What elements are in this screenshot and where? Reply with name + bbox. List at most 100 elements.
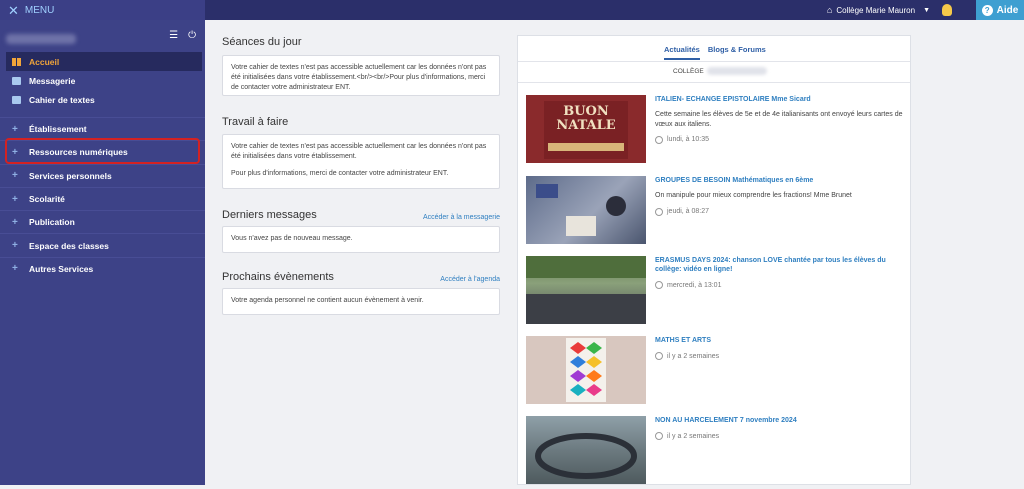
sidebar-item-accueil[interactable]: Accueil (6, 52, 202, 71)
school-selector[interactable]: ⌂ Collège Marie Mauron ▼ (827, 0, 952, 20)
divider (518, 61, 910, 62)
help-icon: ? (981, 4, 993, 16)
chevron-down-icon: ▼ (923, 6, 930, 14)
news-title[interactable]: ITALIEN- ECHANGE EPISTOLAIRE Mme Sicard (655, 95, 907, 104)
user-name-blurred (6, 34, 76, 44)
news-time-text: il y a 2 semaines (667, 352, 720, 360)
main-nav: Accueil Messagerie Cahier de textes (6, 52, 202, 109)
travail-text: Votre cahier de textes n'est pas accessi… (231, 143, 487, 160)
divider (518, 82, 910, 83)
news-item[interactable]: MATHS ET ARTS il y a 2 semaines (526, 336, 906, 404)
thumb-text: NATALE (556, 117, 616, 133)
travail-title: Travail à faire (222, 116, 289, 128)
help-label: Aide (996, 4, 1019, 16)
news-thumbnail[interactable] (526, 256, 646, 324)
plus-icon: + (12, 263, 18, 275)
clock-icon (655, 207, 663, 216)
sidebar: ☰ ⏻ Accueil Messagerie Cahier de textes … (0, 20, 205, 485)
power-icon[interactable]: ⏻ (188, 30, 196, 41)
tab-actualites[interactable]: Actualités (664, 45, 700, 60)
seances-title: Séances du jour (222, 36, 302, 48)
events-title: Prochains évènements (222, 271, 334, 283)
news-thumbnail[interactable] (526, 336, 646, 404)
sidebar-item-messagerie[interactable]: Messagerie (6, 71, 202, 90)
events-header: Prochains évènements Accéder à l'agenda (222, 271, 500, 283)
close-icon: ✕ (8, 2, 19, 18)
events-box: Votre agenda personnel ne contient aucun… (222, 288, 500, 315)
clock-icon (655, 135, 663, 144)
news-timestamp: il y a 2 semaines (655, 352, 907, 361)
agenda-link[interactable]: Accéder à l'agenda (440, 276, 500, 283)
clock-icon (655, 352, 663, 361)
news-thumbnail[interactable] (526, 176, 646, 244)
sidebar-item-label: Scolarité (29, 194, 65, 205)
news-timestamp: lundi, à 10:35 (655, 135, 907, 144)
math-art-image (566, 338, 606, 402)
news-item[interactable]: BUON NATALE ITALIEN- ECHANGE EPISTOLAIRE… (526, 95, 906, 163)
news-title[interactable]: GROUPES DE BESOIN Mathématiques en 6ème (655, 176, 907, 185)
highlight-box (5, 138, 200, 164)
messages-header: Derniers messages Accéder à la messageri… (222, 209, 500, 221)
news-thumbnail[interactable]: BUON NATALE (526, 95, 646, 163)
plus-icon: + (12, 193, 18, 205)
notification-bell-icon[interactable] (942, 4, 952, 16)
news-item[interactable]: GROUPES DE BESOIN Mathématiques en 6ème … (526, 176, 906, 244)
college-name-blurred (706, 67, 767, 75)
grid-icon (12, 57, 21, 66)
thumb-text: BUON (563, 104, 609, 119)
news-time-text: jeudi, à 08:27 (667, 208, 710, 216)
book-icon (12, 95, 21, 104)
news-title[interactable]: MATHS ET ARTS (655, 336, 907, 345)
news-timestamp: jeudi, à 08:27 (655, 207, 907, 216)
messages-title: Derniers messages (222, 209, 317, 221)
news-thumbnail[interactable] (526, 416, 646, 484)
news-title[interactable]: NON AU HARCELEMENT 7 novembre 2024 (655, 416, 907, 425)
sidebar-item-cahier-de-textes[interactable]: Cahier de textes (6, 90, 202, 109)
news-tabs: Actualités Blogs & Forums (664, 45, 766, 60)
news-time-text: il y a 2 semaines (667, 432, 720, 440)
sidebar-item-espace-des-classes[interactable]: + Espace des classes (0, 233, 205, 256)
sidebar-item-label: Publication (29, 217, 75, 228)
plus-icon: + (12, 123, 18, 135)
sidebar-item-label: Accueil (29, 56, 60, 67)
plus-icon: + (12, 170, 18, 182)
news-item[interactable]: NON AU HARCELEMENT 7 novembre 2024 il y … (526, 416, 906, 484)
sidebar-item-label: Cahier de textes (29, 94, 95, 105)
news-title[interactable]: ERASMUS DAYS 2024: chanson LOVE chantée … (655, 256, 907, 274)
mail-icon (12, 76, 21, 85)
messagerie-link[interactable]: Accéder à la messagerie (423, 214, 500, 221)
tab-blogs-forums[interactable]: Blogs & Forums (708, 45, 766, 60)
news-time-text: mercredi, à 13:01 (667, 281, 722, 289)
messages-box: Vous n'avez pas de nouveau message. (222, 226, 500, 253)
seances-box: Votre cahier de textes n'est pas accessi… (222, 55, 500, 96)
sidebar-item-label: Messagerie (29, 75, 76, 86)
top-bar: ✕ MENU ⌂ Collège Marie Mauron ▼ ? Aide (0, 0, 1024, 20)
schoolyard-photo-image (526, 256, 646, 324)
clock-icon (655, 432, 663, 441)
sidebar-item-label: Services personnels (29, 170, 112, 181)
user-row: ☰ ⏻ (6, 28, 200, 50)
menu-toggle-button[interactable]: ✕ MENU (0, 0, 205, 20)
news-description: On manipule pour mieux comprendre les fr… (655, 192, 852, 200)
travail-box: Votre cahier de textes n'est pas accessi… (222, 134, 500, 189)
settings-sliders-icon[interactable]: ☰ (169, 30, 178, 41)
sidebar-item-etablissement[interactable]: + Établissement (0, 117, 205, 140)
college-label: COLLÈGE (673, 67, 704, 75)
sidebar-item-publication[interactable]: + Publication (0, 210, 205, 233)
classroom-photo-image (536, 184, 626, 236)
help-button[interactable]: ? Aide (976, 0, 1024, 20)
news-panel: Actualités Blogs & Forums COLLÈGE BUON N… (517, 35, 911, 485)
sidebar-item-label: Établissement (29, 124, 87, 135)
news-timestamp: mercredi, à 13:01 (655, 281, 907, 290)
plus-icon: + (12, 216, 18, 228)
college-filter[interactable]: COLLÈGE (673, 67, 767, 75)
sidebar-item-autres-services[interactable]: + Autres Services (0, 256, 205, 280)
clock-icon (655, 281, 663, 290)
home-icon: ⌂ (826, 5, 833, 15)
sidebar-item-scolarite[interactable]: + Scolarité (0, 186, 205, 210)
news-item[interactable]: ERASMUS DAYS 2024: chanson LOVE chantée … (526, 256, 906, 324)
sidebar-item-services-personnels[interactable]: + Services personnels (0, 163, 205, 187)
plus-icon: + (12, 240, 18, 252)
news-time-text: lundi, à 10:35 (667, 136, 710, 144)
sidebar-item-label: Autres Services (29, 263, 94, 274)
